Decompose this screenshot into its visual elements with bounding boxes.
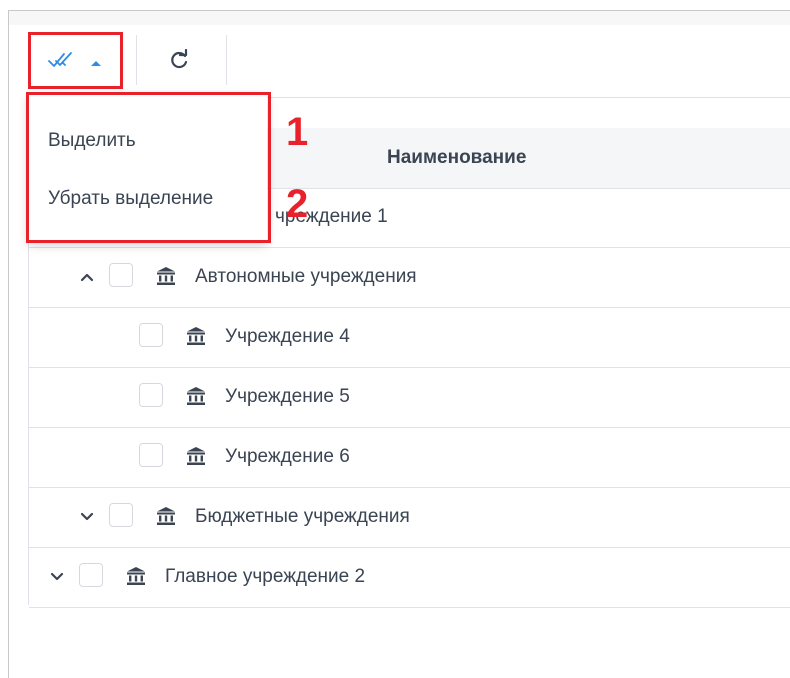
annotation-number-2: 2: [286, 182, 309, 226]
toolbar-separator: [226, 35, 227, 85]
highlight-select-button: [28, 32, 123, 89]
institution-icon: [185, 385, 207, 407]
row-label: Бюджетные учреждения: [195, 506, 410, 527]
toolbar: [28, 25, 790, 98]
table-row[interactable]: Учреждение 5: [29, 368, 790, 428]
row-checkbox[interactable]: [139, 383, 163, 407]
row-checkbox[interactable]: [109, 503, 133, 527]
chevron-down-icon[interactable]: [47, 567, 67, 587]
toolbar-separator: [136, 35, 137, 85]
top-strip: [9, 11, 790, 25]
chevron-down-icon[interactable]: [77, 507, 97, 527]
institution-icon: [125, 565, 147, 587]
row-label: Учреждение 5: [225, 386, 350, 407]
row-label: Учреждение 6: [225, 446, 350, 467]
table-row[interactable]: Главное учреждение 2: [29, 548, 790, 608]
table-row[interactable]: Учреждение 4: [29, 308, 790, 368]
institution-icon: [185, 445, 207, 467]
institution-icon: [185, 325, 207, 347]
highlight-dropdown-menu: [26, 92, 271, 243]
chevron-up-icon[interactable]: [77, 267, 97, 287]
row-label: Автономные учреждения: [195, 266, 417, 287]
column-header-name[interactable]: Наименование: [387, 147, 526, 169]
institution-icon: [155, 505, 177, 527]
table-row[interactable]: Бюджетные учреждения: [29, 488, 790, 548]
annotation-number-1: 1: [286, 110, 309, 154]
table-row[interactable]: Автономные учреждения: [29, 248, 790, 308]
row-label: Главное учреждение 2: [165, 566, 366, 587]
row-checkbox[interactable]: [79, 563, 103, 587]
table-row[interactable]: Учреждение 6: [29, 428, 790, 488]
row-label: Учреждение 4: [225, 326, 350, 347]
row-checkbox[interactable]: [109, 263, 133, 287]
institution-icon: [155, 265, 177, 287]
refresh-button[interactable]: [138, 32, 220, 88]
row-checkbox[interactable]: [139, 443, 163, 467]
row-checkbox[interactable]: [139, 323, 163, 347]
refresh-icon: [168, 48, 190, 71]
